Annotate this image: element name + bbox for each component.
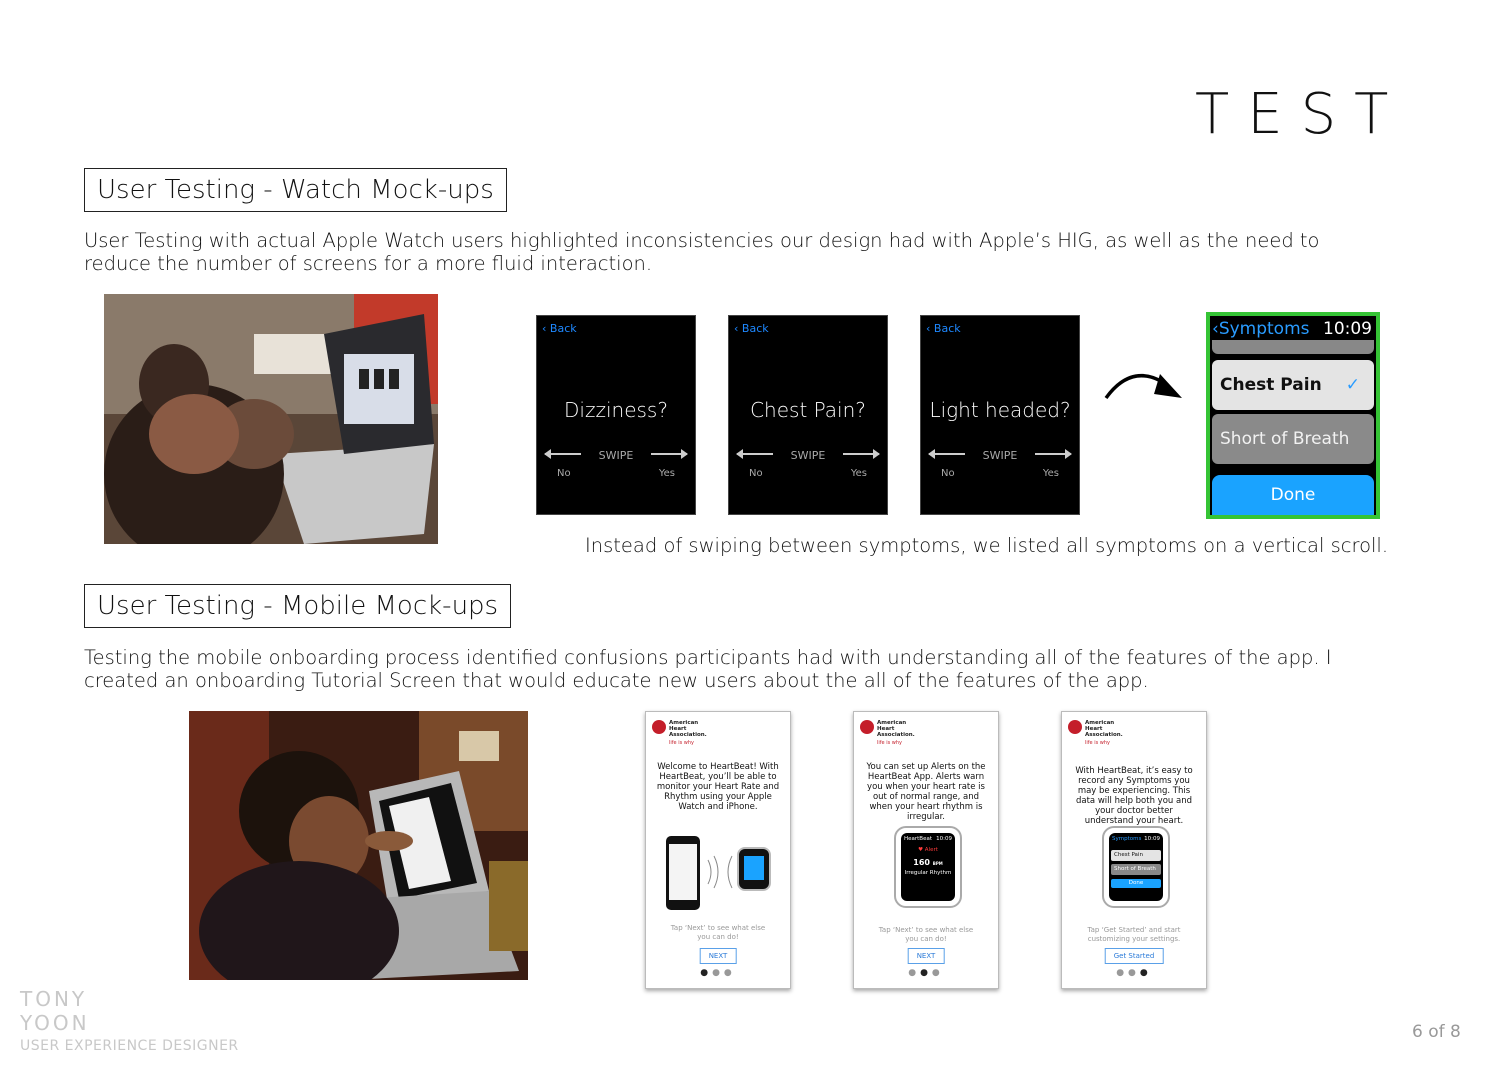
org-tagline: life is why <box>1085 740 1111 746</box>
org-logo-text: American Heart Association. <box>877 720 915 738</box>
next-button[interactable]: NEXT <box>699 948 737 964</box>
watch-screen-chest-pain: ‹ Back Chest Pain? SWIPE No Yes <box>728 315 888 515</box>
mini-symptom-chest-pain: Chest Pain <box>1111 850 1161 861</box>
section-text-mobile: Testing the mobile onboarding process id… <box>84 646 1332 692</box>
mini-watch-bpm: 160 BPM <box>913 858 943 867</box>
org-tagline: life is why <box>669 740 695 746</box>
symptoms-watch-illustration: Symptoms 10:09 Chest Pain Short of Breat… <box>1102 826 1170 908</box>
get-started-button[interactable]: Get Started <box>1104 948 1164 964</box>
footer-name-line2: YOON <box>20 1011 90 1035</box>
onboarding-hint: Tap ‘Next’ to see what else you can do! <box>670 924 766 941</box>
onboarding-body: Welcome to HeartBeat! With HeartBeat, yo… <box>656 762 780 812</box>
watch-screen-dizziness: ‹ Back Dizziness? SWIPE No Yes <box>536 315 696 515</box>
yes-label: Yes <box>658 468 675 479</box>
phone-and-watch-illustration <box>666 836 771 910</box>
mini-symptom-short-of-breath: Short of Breath <box>1111 864 1161 875</box>
onboarding-screen-symptoms: American Heart Association. life is why Wi… <box>1061 711 1207 989</box>
mini-done-button: Done <box>1111 879 1161 888</box>
page-dots: ●●● <box>1116 968 1152 978</box>
footer-name-line1: TONY <box>20 987 88 1011</box>
footer-name: TONY YOON <box>20 987 90 1035</box>
symptom-item-chest-pain[interactable]: Chest Pain ✓ <box>1212 360 1374 410</box>
symptom-item-short-of-breath[interactable]: Short of Breath <box>1212 414 1374 464</box>
symptom-question: Chest Pain? <box>750 398 866 422</box>
back-button[interactable]: ‹ Back <box>734 322 769 335</box>
checkmark-icon: ✓ <box>1345 375 1360 395</box>
mini-watch-title: HeartBeat <box>904 836 932 842</box>
onboarding-hint: Tap ‘Next’ to see what else you can do! <box>878 926 974 943</box>
section-heading-watch: User Testing - Watch Mock-ups <box>84 168 507 212</box>
org-logo-text: American Heart Association. <box>669 720 707 738</box>
swipe-label: SWIPE <box>790 449 826 462</box>
symptoms-back-title[interactable]: ‹Symptoms <box>1212 319 1310 339</box>
watch-screen-symptoms-list: ‹Symptoms 10:09 Chest Pain ✓ Short of Br… <box>1206 312 1380 519</box>
org-tagline: life is why <box>877 740 903 746</box>
page-title: TEST <box>1195 82 1407 147</box>
onboarding-body: You can set up Alerts on the HeartBeat A… <box>866 762 986 822</box>
curved-arrow-icon <box>1104 374 1182 400</box>
no-label: No <box>749 468 763 479</box>
page-dots: ●●● <box>908 968 944 978</box>
mini-watch-time: 10:09 <box>1144 836 1160 842</box>
mini-watch-time: 10:09 <box>936 836 952 842</box>
section-text-watch: User Testing with actual Apple Watch use… <box>84 229 1320 275</box>
symptom-question: Light headed? <box>929 398 1071 422</box>
swipe-label: SWIPE <box>598 449 634 462</box>
user-testing-photo-mobile <box>189 711 528 980</box>
page-dots: ●●● <box>700 968 736 978</box>
org-logo-text: American Heart Association. <box>1085 720 1123 738</box>
back-button[interactable]: ‹ Back <box>926 322 961 335</box>
user-testing-photo-watch <box>104 294 438 544</box>
back-button[interactable]: ‹ Back <box>542 322 577 335</box>
section-heading-mobile: User Testing - Mobile Mock-ups <box>84 584 512 628</box>
mini-watch-rhythm: Irregular Rhythm <box>904 870 952 876</box>
heart-alert-icon: ♥ Alert <box>918 847 938 853</box>
yes-label: Yes <box>1042 468 1059 479</box>
swipe-label: SWIPE <box>982 449 1018 462</box>
heart-logo-icon <box>1068 720 1082 734</box>
done-button[interactable]: Done <box>1212 475 1374 515</box>
onboarding-screen-alerts: American Heart Association. life is why Yo… <box>853 711 999 989</box>
yes-label: Yes <box>850 468 867 479</box>
watch-caption: Instead of swiping between symptoms, we … <box>585 534 1389 557</box>
mini-watch-title: Symptoms <box>1112 836 1142 842</box>
watch-screen-light-headed: ‹ Back Light headed? SWIPE No Yes <box>920 315 1080 515</box>
heart-logo-icon <box>860 720 874 734</box>
no-label: No <box>557 468 571 479</box>
alert-watch-illustration: HeartBeat 10:09 ♥ Alert 160 BPM Irregula… <box>894 826 962 908</box>
symptom-question: Dizziness? <box>564 398 668 422</box>
onboarding-screen-welcome: American Heart Association. life is why We… <box>645 711 791 989</box>
next-button[interactable]: NEXT <box>907 948 945 964</box>
footer-role: USER EXPERIENCE DESIGNER <box>20 1038 239 1054</box>
heart-logo-icon <box>652 720 666 734</box>
onboarding-body: With HeartBeat, it’s easy to record any … <box>1075 766 1193 826</box>
page-number: 6 of 8 <box>1412 1022 1461 1042</box>
watch-time: 10:09 <box>1323 319 1372 339</box>
onboarding-hint: Tap ‘Get Started’ and start customizing … <box>1087 926 1181 943</box>
list-row-partial <box>1212 340 1374 354</box>
no-label: No <box>941 468 955 479</box>
